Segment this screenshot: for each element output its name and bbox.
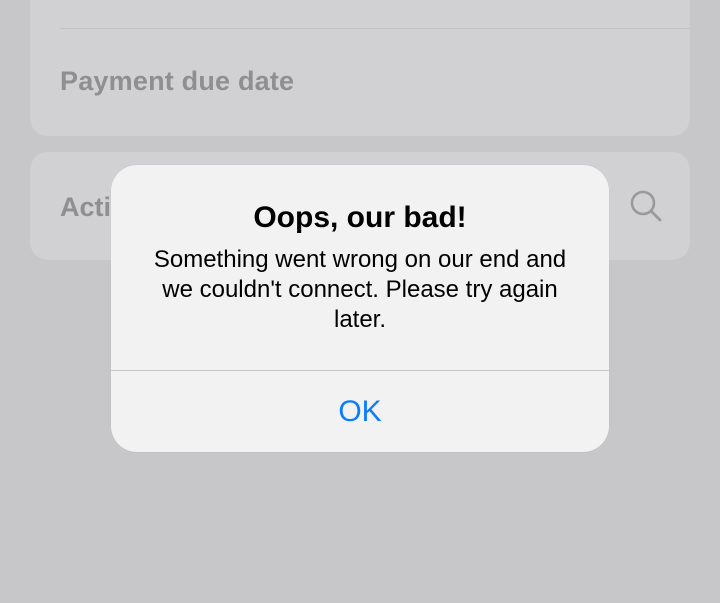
search-row-label[interactable]: Acti — [60, 192, 111, 223]
payment-settings-card: Payment due date — [30, 0, 690, 136]
alert-title: Oops, our bad! — [253, 201, 467, 234]
screen: Payment due date Acti Oops, our bad! Som… — [0, 0, 720, 603]
row-divider — [60, 28, 690, 29]
ok-button[interactable]: OK — [111, 371, 609, 452]
alert-body: Oops, our bad! Something went wrong on o… — [111, 165, 609, 370]
payment-due-date-row[interactable]: Payment due date — [60, 66, 294, 97]
alert-dialog: Oops, our bad! Something went wrong on o… — [111, 165, 609, 452]
search-icon[interactable] — [628, 188, 664, 224]
alert-message: Something went wrong on our end and we c… — [153, 246, 567, 333]
